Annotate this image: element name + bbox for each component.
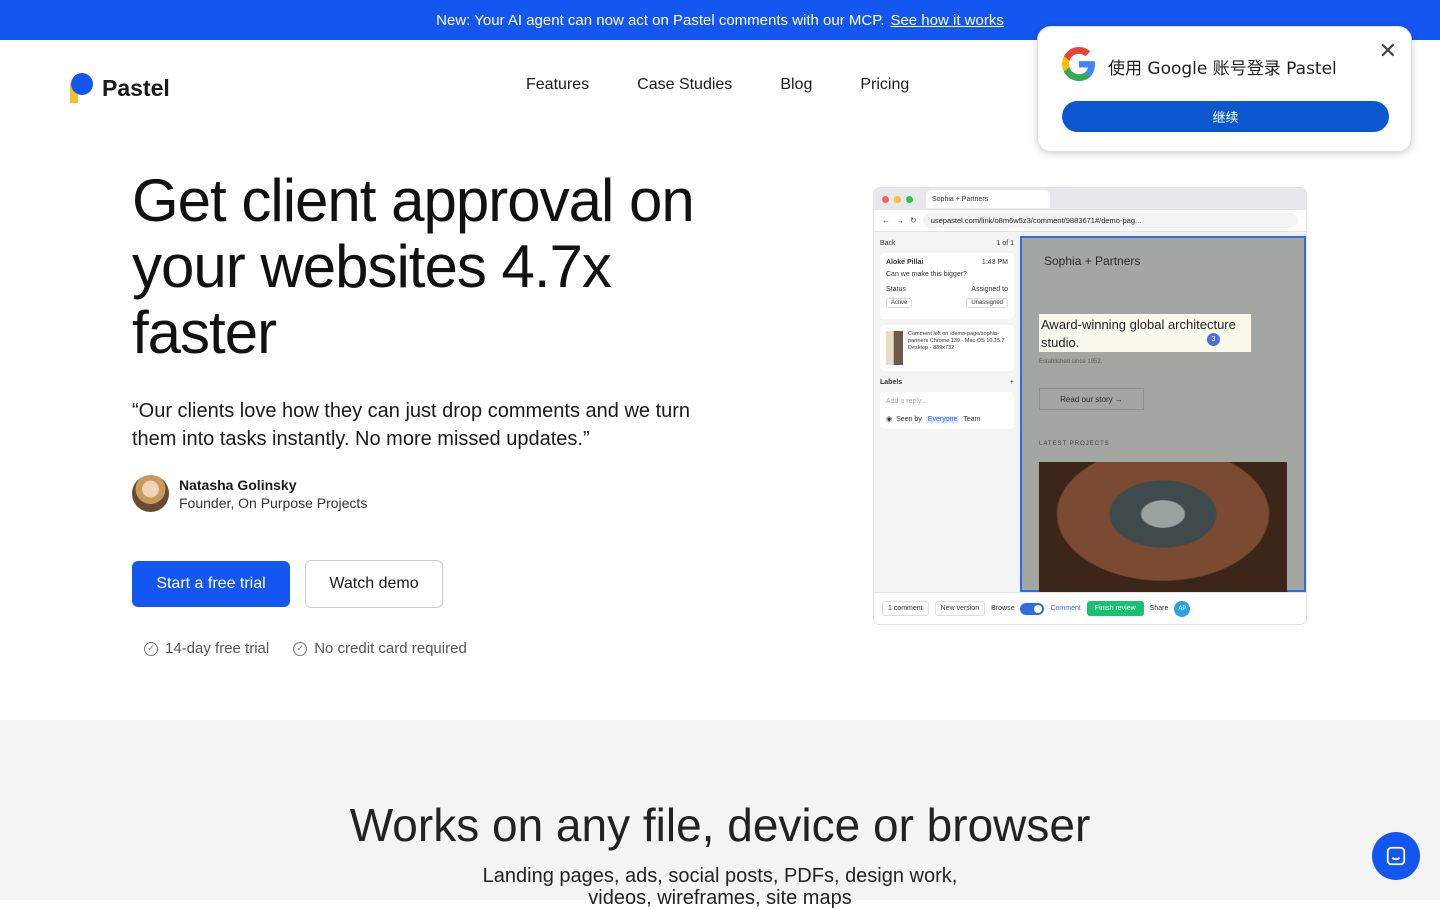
watch-demo-button[interactable]: Watch demo bbox=[305, 560, 443, 608]
minimize-dot-icon bbox=[894, 195, 901, 203]
section-subtitle-line2: videos, wireframes, site maps bbox=[588, 887, 852, 909]
browser-tab: Sophia + Partners bbox=[926, 190, 1050, 208]
product-screenshot: Sophia + Partners ← → ↻ usepastel.com/li… bbox=[874, 188, 1306, 624]
comment-time: 1:43 PM bbox=[981, 259, 1008, 266]
browser-tabbar: Sophia + Partners bbox=[874, 188, 1306, 210]
section-title: Works on any file, device or browser bbox=[349, 799, 1091, 851]
perk-item: ✓ No credit card required bbox=[293, 640, 467, 657]
banner-text: New: Your AI agent can now act on Pastel… bbox=[436, 11, 885, 29]
finish-review: Finish review bbox=[1086, 601, 1144, 616]
status-values-row: Active Unassigned bbox=[886, 298, 1008, 308]
comment-mode-label: Comment bbox=[1050, 605, 1081, 612]
reply-box: Add a reply... ◉ Seen by Everyone Team bbox=[880, 392, 1014, 429]
mode-toggle bbox=[1020, 602, 1045, 615]
brand-name: Pastel bbox=[102, 74, 170, 101]
testimonial-quote: “Our clients love how they can just drop… bbox=[132, 400, 691, 450]
page-brand: Sophia + Partners bbox=[1044, 254, 1141, 268]
hero-perks: ✓ 14-day free trial ✓ No credit card req… bbox=[144, 640, 467, 657]
author-role: Founder, On Purpose Projects bbox=[179, 494, 368, 511]
share-label: Share bbox=[1149, 605, 1169, 612]
perk-label: No credit card required bbox=[314, 640, 467, 657]
close-icon[interactable]: ✕ bbox=[1379, 38, 1397, 64]
back-arrow-icon: ← bbox=[882, 216, 890, 225]
comment-header: Aloke Pillai 1:43 PM bbox=[886, 259, 1008, 266]
reply-placeholder: Add a reply... bbox=[886, 398, 927, 405]
review-toolbar: 1 comment New version Browse Comment Fin… bbox=[874, 592, 1306, 624]
chat-icon bbox=[1386, 846, 1406, 866]
page-read-button: Read our story → bbox=[1039, 388, 1144, 410]
seen-by-row: ◉ Seen by Everyone Team bbox=[886, 415, 1008, 423]
author-name: Natasha Golinsky bbox=[179, 476, 297, 493]
comment-meta-card: Comment left on /demo-page/sophia-partne… bbox=[880, 325, 1014, 371]
close-dot-icon bbox=[882, 195, 889, 203]
assigned-value: Unassigned bbox=[966, 298, 1008, 308]
status-label: Status bbox=[886, 286, 906, 293]
section-subtitle-line1: Landing pages, ads, social posts, PDFs, … bbox=[482, 865, 958, 887]
assigned-label: Assigned to bbox=[971, 286, 1008, 293]
browse-label: Browse bbox=[991, 605, 1015, 612]
comment-text: Can we make this bigger? bbox=[886, 271, 967, 278]
author-avatar bbox=[132, 475, 169, 512]
comment-card: Aloke Pillai 1:43 PM Can we make this bi… bbox=[880, 253, 1014, 319]
main-menu: Features Case Studies Blog Pricing bbox=[526, 76, 909, 94]
hero-title: Get client approval on your websites 4.7… bbox=[132, 167, 695, 366]
perk-label: 14-day free trial bbox=[165, 640, 270, 657]
status-labels-row: Status Assigned to bbox=[886, 286, 1008, 293]
start-trial-button[interactable]: Start a free trial bbox=[132, 561, 290, 607]
team-chip: Team bbox=[963, 415, 981, 423]
google-continue-button[interactable]: 继续 bbox=[1062, 101, 1389, 132]
nav-pricing[interactable]: Pricing bbox=[860, 76, 909, 94]
project-image bbox=[1039, 462, 1287, 592]
comment-count: 1 comment bbox=[882, 601, 929, 616]
page-section-label: LATEST PROJECTS bbox=[1039, 441, 1110, 447]
google-logo-icon bbox=[1062, 47, 1095, 81]
new-version: New version bbox=[934, 601, 986, 616]
toolbar-avatar: AP bbox=[1174, 600, 1191, 617]
testimonial-author: Natasha Golinsky Founder, On Purpose Pro… bbox=[132, 475, 367, 512]
reviewed-page: Sophia + Partners Award-winning global a… bbox=[1020, 236, 1306, 592]
comment-pin: 3 bbox=[1207, 333, 1220, 346]
sidebar-header: Back 1 of 1 bbox=[880, 240, 1014, 247]
pager: 1 of 1 bbox=[996, 240, 1014, 247]
everyone-chip: Everyone bbox=[925, 415, 960, 423]
eye-icon: ◉ bbox=[886, 416, 893, 423]
browser-urlbar: ← → ↻ usepastel.com/link/o8m6w5z3/commen… bbox=[874, 210, 1306, 232]
url-field: usepastel.com/link/o8m6w5z3/comment/9883… bbox=[922, 213, 1298, 228]
page-headline: Award-winning global architecture studio… bbox=[1039, 314, 1251, 352]
status-value: Active bbox=[886, 298, 913, 308]
labels-label: Labels bbox=[880, 379, 903, 386]
comment-meta: Comment left on /demo-page/sophia-partne… bbox=[908, 331, 1005, 351]
google-popup-title: 使用 Google 账号登录 Pastel bbox=[1108, 59, 1337, 79]
commenter-name: Aloke Pillai bbox=[886, 259, 924, 266]
check-circle-icon: ✓ bbox=[293, 641, 308, 656]
add-label-icon: + bbox=[1009, 379, 1014, 386]
perk-item: ✓ 14-day free trial bbox=[144, 640, 269, 657]
maximize-dot-icon bbox=[906, 195, 913, 203]
seen-by-label: Seen by bbox=[896, 415, 922, 423]
chat-launcher-button[interactable] bbox=[1372, 832, 1420, 880]
banner-link[interactable]: See how it works bbox=[890, 12, 1003, 29]
tab-title: Sophia + Partners bbox=[932, 195, 989, 203]
google-signin-popup: 使用 Google 账号登录 Pastel ✕ 继续 bbox=[1037, 26, 1412, 152]
back-link: Back bbox=[880, 240, 896, 247]
pastel-logo-icon bbox=[70, 73, 93, 103]
nav-features[interactable]: Features bbox=[526, 76, 589, 94]
reload-icon: ↻ bbox=[910, 216, 917, 225]
brand-logo[interactable]: Pastel bbox=[70, 73, 170, 103]
comment-sidebar: Back 1 of 1 Aloke Pillai 1:43 PM Can we … bbox=[874, 232, 1020, 592]
labels-row: Labels + bbox=[880, 379, 1014, 386]
features-section: Works on any file, device or browser Lan… bbox=[0, 720, 1440, 908]
page-subtext: Established since 1952. bbox=[1039, 359, 1103, 365]
section-subtitle: Landing pages, ads, social posts, PDFs, … bbox=[0, 865, 1440, 909]
forward-arrow-icon: → bbox=[896, 216, 904, 225]
check-circle-icon: ✓ bbox=[144, 641, 158, 656]
nav-case-studies[interactable]: Case Studies bbox=[637, 76, 732, 94]
nav-blog[interactable]: Blog bbox=[780, 76, 812, 94]
page-thumbnail bbox=[886, 331, 904, 365]
